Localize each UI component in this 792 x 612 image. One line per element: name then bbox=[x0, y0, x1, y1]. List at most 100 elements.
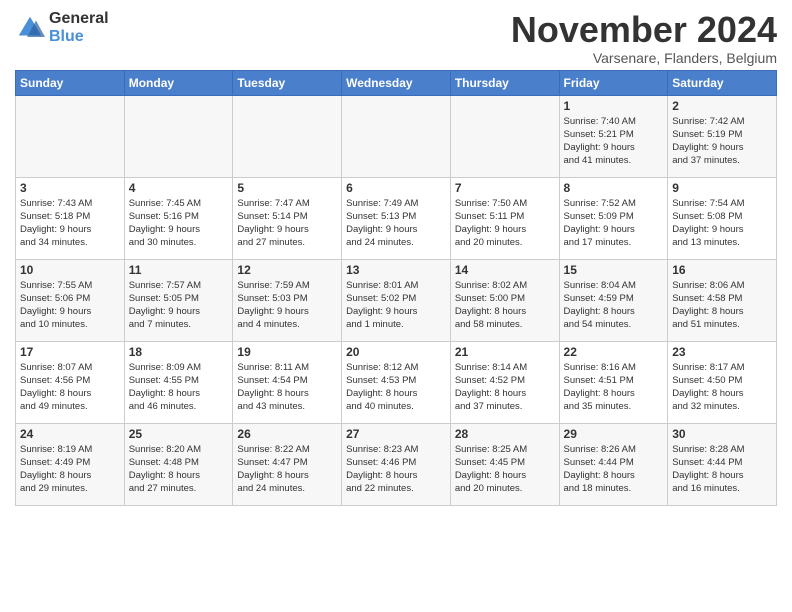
day-info: Sunrise: 8:16 AMSunset: 4:51 PMDaylight:… bbox=[564, 361, 664, 414]
day-number: 7 bbox=[455, 181, 555, 195]
logo-general-text: General bbox=[49, 10, 109, 28]
day-number: 15 bbox=[564, 263, 664, 277]
col-thursday: Thursday bbox=[450, 70, 559, 95]
cell-1-0: 3Sunrise: 7:43 AMSunset: 5:18 PMDaylight… bbox=[16, 177, 125, 259]
cell-3-4: 21Sunrise: 8:14 AMSunset: 4:52 PMDayligh… bbox=[450, 341, 559, 423]
col-monday: Monday bbox=[124, 70, 233, 95]
cell-1-1: 4 Sunrise: 7:45 AMSunset: 5:16 PMDaylight… bbox=[124, 177, 233, 259]
day-number: 23 bbox=[672, 345, 772, 359]
day-number: 10 bbox=[20, 263, 120, 277]
cell-4-2: 26Sunrise: 8:22 AMSunset: 4:47 PMDayligh… bbox=[233, 423, 342, 505]
day-info: Sunrise: 8:23 AMSunset: 4:46 PMDaylight:… bbox=[346, 443, 446, 496]
cell-3-1: 18 Sunrise: 8:09 AMSunset: 4:55 PMDayligh… bbox=[124, 341, 233, 423]
day-info: Sunrise: 8:09 AMSunset: 4:55 PMDaylight:… bbox=[129, 361, 229, 414]
day-number: 8 bbox=[564, 181, 664, 195]
main-container: General Blue November 2024 Varsenare, Fl… bbox=[0, 0, 792, 511]
day-number: 16 bbox=[672, 263, 772, 277]
day-number: 1 bbox=[564, 99, 664, 113]
cell-0-5: 1 Sunrise: 7:40 AMSunset: 5:21 PMDaylight… bbox=[559, 95, 668, 177]
day-info: Sunrise: 8:06 AMSunset: 4:58 PMDaylight:… bbox=[672, 279, 772, 332]
day-info: Sunrise: 7:57 AMSunset: 5:05 PMDaylight:… bbox=[129, 279, 229, 332]
cell-1-5: 8 Sunrise: 7:52 AMSunset: 5:09 PMDaylight… bbox=[559, 177, 668, 259]
day-info: Sunrise: 8:12 AMSunset: 4:53 PMDaylight:… bbox=[346, 361, 446, 414]
day-info: Sunrise: 7:54 AMSunset: 5:08 PMDaylight:… bbox=[672, 197, 772, 250]
header-row: Sunday Monday Tuesday Wednesday Thursday… bbox=[16, 70, 777, 95]
day-info: Sunrise: 7:47 AMSunset: 5:14 PMDaylight:… bbox=[237, 197, 337, 250]
cell-3-6: 23 Sunrise: 8:17 AMSunset: 4:50 PMDayligh… bbox=[668, 341, 777, 423]
day-info: Sunrise: 8:07 AMSunset: 4:56 PMDaylight:… bbox=[20, 361, 120, 414]
week-row-5: 24 Sunrise: 8:19 AMSunset: 4:49 PMDayligh… bbox=[16, 423, 777, 505]
cell-1-2: 5 Sunrise: 7:47 AMSunset: 5:14 PMDaylight… bbox=[233, 177, 342, 259]
cell-4-6: 30Sunrise: 8:28 AMSunset: 4:44 PMDayligh… bbox=[668, 423, 777, 505]
day-number: 14 bbox=[455, 263, 555, 277]
day-info: Sunrise: 7:45 AMSunset: 5:16 PMDaylight:… bbox=[129, 197, 229, 250]
day-number: 18 bbox=[129, 345, 229, 359]
day-info: Sunrise: 7:55 AMSunset: 5:06 PMDaylight:… bbox=[20, 279, 120, 332]
day-info: Sunrise: 8:25 AMSunset: 4:45 PMDaylight:… bbox=[455, 443, 555, 496]
day-number: 26 bbox=[237, 427, 337, 441]
day-number: 19 bbox=[237, 345, 337, 359]
cell-4-0: 24 Sunrise: 8:19 AMSunset: 4:49 PMDayligh… bbox=[16, 423, 125, 505]
day-info: Sunrise: 7:50 AMSunset: 5:11 PMDaylight:… bbox=[455, 197, 555, 250]
location: Varsenare, Flanders, Belgium bbox=[511, 50, 777, 66]
logo: General Blue bbox=[15, 10, 109, 45]
cell-0-4 bbox=[450, 95, 559, 177]
day-number: 24 bbox=[20, 427, 120, 441]
day-number: 29 bbox=[564, 427, 664, 441]
cell-4-3: 27 Sunrise: 8:23 AMSunset: 4:46 PMDayligh… bbox=[342, 423, 451, 505]
day-info: Sunrise: 7:59 AMSunset: 5:03 PMDaylight:… bbox=[237, 279, 337, 332]
day-info: Sunrise: 8:01 AMSunset: 5:02 PMDaylight:… bbox=[346, 279, 446, 332]
week-row-4: 17 Sunrise: 8:07 AMSunset: 4:56 PMDayligh… bbox=[16, 341, 777, 423]
day-number: 22 bbox=[564, 345, 664, 359]
cell-3-0: 17 Sunrise: 8:07 AMSunset: 4:56 PMDayligh… bbox=[16, 341, 125, 423]
cell-0-6: 2 Sunrise: 7:42 AMSunset: 5:19 PMDaylight… bbox=[668, 95, 777, 177]
day-info: Sunrise: 8:17 AMSunset: 4:50 PMDaylight:… bbox=[672, 361, 772, 414]
col-friday: Friday bbox=[559, 70, 668, 95]
day-number: 9 bbox=[672, 181, 772, 195]
day-info: Sunrise: 8:14 AMSunset: 4:52 PMDaylight:… bbox=[455, 361, 555, 414]
week-row-1: 1 Sunrise: 7:40 AMSunset: 5:21 PMDaylight… bbox=[16, 95, 777, 177]
cell-2-1: 11 Sunrise: 7:57 AMSunset: 5:05 PMDayligh… bbox=[124, 259, 233, 341]
cell-3-5: 22 Sunrise: 8:16 AMSunset: 4:51 PMDayligh… bbox=[559, 341, 668, 423]
day-number: 17 bbox=[20, 345, 120, 359]
day-number: 2 bbox=[672, 99, 772, 113]
day-info: Sunrise: 8:19 AMSunset: 4:49 PMDaylight:… bbox=[20, 443, 120, 496]
day-number: 4 bbox=[129, 181, 229, 195]
day-info: Sunrise: 8:04 AMSunset: 4:59 PMDaylight:… bbox=[564, 279, 664, 332]
day-info: Sunrise: 7:52 AMSunset: 5:09 PMDaylight:… bbox=[564, 197, 664, 250]
cell-3-3: 20 Sunrise: 8:12 AMSunset: 4:53 PMDayligh… bbox=[342, 341, 451, 423]
day-number: 20 bbox=[346, 345, 446, 359]
calendar-body: 1 Sunrise: 7:40 AMSunset: 5:21 PMDaylight… bbox=[16, 95, 777, 505]
col-wednesday: Wednesday bbox=[342, 70, 451, 95]
month-title: November 2024 bbox=[511, 10, 777, 50]
cell-0-0 bbox=[16, 95, 125, 177]
day-number: 12 bbox=[237, 263, 337, 277]
day-number: 27 bbox=[346, 427, 446, 441]
col-tuesday: Tuesday bbox=[233, 70, 342, 95]
cell-2-0: 10 Sunrise: 7:55 AMSunset: 5:06 PMDayligh… bbox=[16, 259, 125, 341]
cell-2-6: 16 Sunrise: 8:06 AMSunset: 4:58 PMDayligh… bbox=[668, 259, 777, 341]
day-number: 6 bbox=[346, 181, 446, 195]
cell-2-5: 15 Sunrise: 8:04 AMSunset: 4:59 PMDayligh… bbox=[559, 259, 668, 341]
cell-1-6: 9 Sunrise: 7:54 AMSunset: 5:08 PMDaylight… bbox=[668, 177, 777, 259]
header: General Blue November 2024 Varsenare, Fl… bbox=[15, 10, 777, 66]
day-info: Sunrise: 7:40 AMSunset: 5:21 PMDaylight:… bbox=[564, 115, 664, 168]
week-row-3: 10 Sunrise: 7:55 AMSunset: 5:06 PMDayligh… bbox=[16, 259, 777, 341]
cell-1-4: 7 Sunrise: 7:50 AMSunset: 5:11 PMDaylight… bbox=[450, 177, 559, 259]
day-number: 28 bbox=[455, 427, 555, 441]
logo-icon bbox=[15, 13, 45, 43]
week-row-2: 3Sunrise: 7:43 AMSunset: 5:18 PMDaylight… bbox=[16, 177, 777, 259]
day-info: Sunrise: 7:43 AMSunset: 5:18 PMDaylight:… bbox=[20, 197, 120, 250]
calendar-header: Sunday Monday Tuesday Wednesday Thursday… bbox=[16, 70, 777, 95]
cell-2-3: 13 Sunrise: 8:01 AMSunset: 5:02 PMDayligh… bbox=[342, 259, 451, 341]
day-number: 30 bbox=[672, 427, 772, 441]
day-info: Sunrise: 8:26 AMSunset: 4:44 PMDaylight:… bbox=[564, 443, 664, 496]
day-number: 11 bbox=[129, 263, 229, 277]
day-number: 13 bbox=[346, 263, 446, 277]
day-number: 5 bbox=[237, 181, 337, 195]
calendar-table: Sunday Monday Tuesday Wednesday Thursday… bbox=[15, 70, 777, 506]
day-info: Sunrise: 7:42 AMSunset: 5:19 PMDaylight:… bbox=[672, 115, 772, 168]
cell-2-2: 12 Sunrise: 7:59 AMSunset: 5:03 PMDayligh… bbox=[233, 259, 342, 341]
day-info: Sunrise: 8:11 AMSunset: 4:54 PMDaylight:… bbox=[237, 361, 337, 414]
cell-0-1 bbox=[124, 95, 233, 177]
